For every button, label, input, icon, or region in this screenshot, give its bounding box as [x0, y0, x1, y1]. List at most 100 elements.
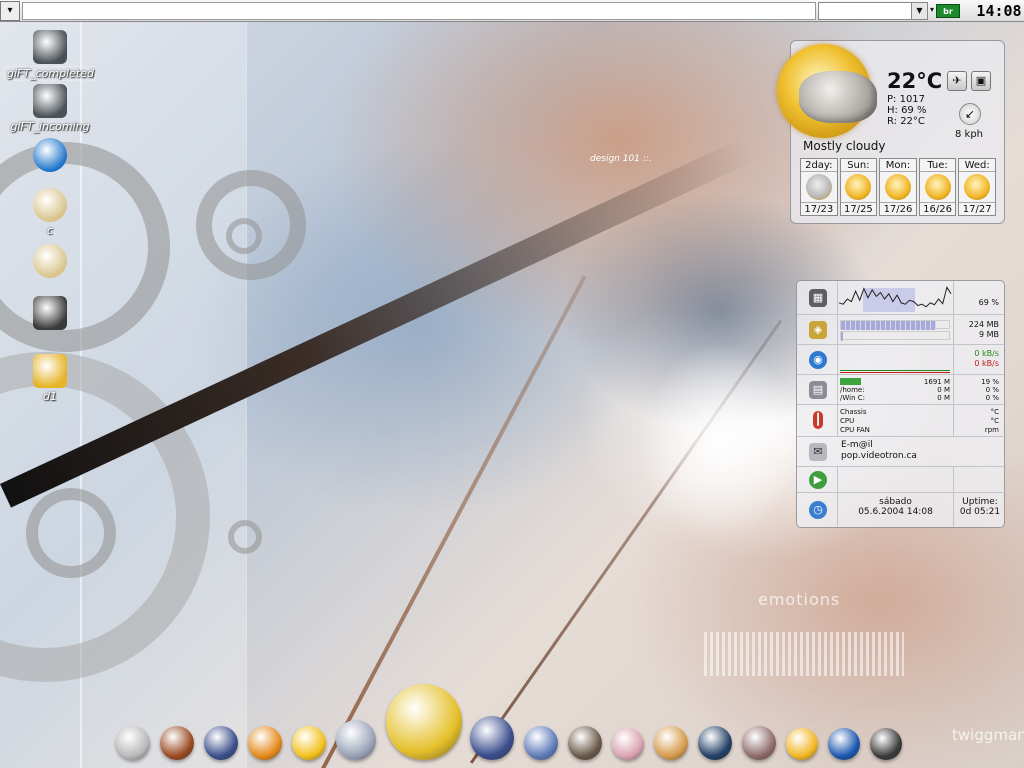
uptime-cell: Uptime: 0d 05:21 — [953, 493, 1006, 527]
disk-percent: 0 % — [985, 394, 999, 402]
disk-usage-bar — [840, 378, 862, 385]
weather-details: P: 1017 H: 69 % R: 22°C — [887, 94, 926, 127]
weather-forecast: 2day: 17/23 Sun: 17/25 Mon: 17/26 Tue: 16/26 Wed… — [800, 158, 996, 216]
mail-icon: ✉ — [809, 443, 827, 461]
forecast-day: Tue: 16/26 — [918, 158, 957, 216]
network-in: 0 kB/s — [974, 349, 999, 358]
desktop-icon-drive-d1[interactable]: d1 — [4, 354, 96, 403]
sensor-unit: rpm — [984, 426, 999, 434]
media-info-cell — [837, 467, 953, 492]
disk-list-cell: 1691 M/home: 0 M/Win C: 0 M — [837, 375, 953, 404]
panel-combo-box[interactable]: ▼ — [818, 2, 928, 20]
network-globe-icon: ◉ — [809, 351, 827, 369]
network-out: 0 kB/s — [974, 359, 999, 368]
panel-clock[interactable]: 14:08 — [974, 1, 1024, 21]
disk-row: ▤ 1691 M/home: 0 M/Win C: 0 M 19 % 0 % 0 % — [797, 375, 1006, 405]
media-row[interactable]: ▶ — [797, 467, 1006, 493]
wallpaper-signature: twiggman — [952, 726, 1024, 744]
sensor-unit: °C — [990, 417, 999, 425]
weather-realfeel: R: 22°C — [887, 116, 925, 127]
disk-label: /home: — [840, 386, 865, 394]
sun-icon — [924, 174, 951, 200]
dock-tools-icon[interactable] — [742, 726, 776, 760]
forecast-temps: 17/23 — [801, 202, 837, 215]
dock-system-icon[interactable] — [116, 726, 150, 760]
dock-settings-icon[interactable] — [654, 726, 688, 760]
keyboard-layout-flag[interactable]: br — [936, 4, 960, 18]
desktop-icon-cdrom-2[interactable] — [4, 244, 96, 280]
sensors-row: ┃ Chassis CPU CPU FAN °C °C rpm — [797, 405, 1006, 437]
dock-webcam-icon[interactable] — [470, 716, 514, 760]
weather-widget[interactable]: 22°C ✈ ▣ P: 1017 H: 69 % R: 22°C ↙ 8 kph… — [777, 40, 1005, 224]
weather-wind-speed: 8 kph — [955, 129, 984, 140]
forecast-temps: 17/27 — [959, 202, 995, 215]
wallpaper-small-label: design 101 ::. — [590, 154, 652, 164]
sensor-label: CPU FAN — [840, 426, 870, 434]
disk-size: 1691 M — [923, 378, 950, 386]
clock-icon: ◷ — [809, 501, 827, 519]
forecast-temps: 16/26 — [919, 202, 956, 215]
panel-combo-input[interactable] — [819, 3, 911, 19]
cpu-percent: 69 % — [978, 298, 999, 307]
desktop-icon-speaker[interactable] — [4, 296, 96, 332]
cpu-graph-cell — [837, 281, 953, 314]
sun-icon — [964, 174, 991, 200]
disk-label: /Win C: — [840, 394, 865, 402]
play-icon[interactable]: ▶ — [809, 471, 827, 489]
memory-icon: ◈ — [809, 321, 827, 339]
uptime-value: 0d 05:21 — [959, 507, 1001, 517]
disk-percent-cell: 19 % 0 % 0 % — [953, 375, 1006, 404]
weekday: sábado — [879, 497, 912, 507]
dock-speaker-icon[interactable] — [870, 728, 902, 760]
layout-arrow-icon[interactable]: ▾ — [930, 5, 934, 14]
top-panel: ▾ ▼ ▾ br 14:08 — [0, 0, 1024, 22]
taskbar-area[interactable] — [22, 2, 816, 20]
dock-aim-icon[interactable] — [292, 726, 326, 760]
forecast-temps: 17/25 — [840, 202, 877, 215]
desktop-icon-gift-completed[interactable]: giFT_completed — [4, 30, 96, 81]
forecast-day-name: Sun: — [840, 159, 877, 172]
mail-row[interactable]: ✉ E-m@il pop.videotron.ca — [797, 437, 1006, 467]
uptime-label: Uptime: — [962, 497, 998, 507]
dock-feather-icon[interactable] — [612, 728, 644, 760]
weather-cloud-icon — [799, 71, 877, 123]
cpu-row: ▦ 69 % — [797, 281, 1006, 315]
sun-icon — [845, 174, 872, 200]
floppy-icon — [33, 354, 67, 388]
system-monitor-widget[interactable]: ▦ 69 % ◈ 224 MB 9 MB ◉ 0 kB/s 0 kB/s ▤ 1… — [796, 280, 1006, 528]
dock-mascot-icon[interactable] — [386, 684, 462, 760]
combo-dropdown-icon[interactable]: ▼ — [911, 3, 927, 19]
dock-media-icon[interactable] — [524, 726, 558, 760]
dock-pen-icon[interactable] — [828, 728, 860, 760]
desktop-icon-gift-incoming[interactable]: giFT_incoming — [4, 84, 96, 133]
folder-drive-icon — [33, 84, 67, 118]
weather-humidity: H: 69 % — [887, 105, 927, 116]
dock-warning-icon[interactable] — [786, 728, 818, 760]
cpu-icon: ▦ — [809, 289, 827, 307]
forecast-temps: 17/26 — [880, 202, 916, 215]
weather-settings-button[interactable]: ✈ — [947, 71, 967, 91]
dock-cdplayer-icon[interactable] — [336, 720, 376, 760]
disk-size: 0 M — [937, 394, 950, 402]
trash-icon — [33, 138, 67, 172]
cpu-graph — [839, 286, 952, 312]
dock-gears-icon[interactable] — [698, 726, 732, 760]
desktop-icon-label: c — [46, 224, 54, 237]
dock-security-icon[interactable] — [204, 726, 238, 760]
memory-used: 224 MB — [968, 320, 999, 329]
wind-direction-icon: ↙ — [959, 103, 981, 125]
disk-entry: /home: 0 M — [840, 386, 952, 394]
desktop-icon-trash[interactable] — [4, 138, 96, 174]
thermometer-icon: ┃ — [813, 411, 823, 429]
panel-menu-button[interactable]: ▾ — [0, 1, 20, 21]
dock-firefox-icon[interactable] — [248, 726, 282, 760]
dock-gimp-icon[interactable] — [568, 726, 602, 760]
dock-bar — [104, 684, 954, 766]
wallpaper-emotions-text: emotions — [758, 590, 841, 609]
desktop-icon-cdrom-1[interactable]: c — [4, 188, 96, 237]
desktop-icon-label: d1 — [43, 390, 57, 403]
weather-radar-button[interactable]: ▣ — [971, 71, 991, 91]
desktop-icon-label: giFT_completed — [4, 66, 96, 81]
dock-home-icon[interactable] — [160, 726, 194, 760]
network-graph-cell — [837, 345, 953, 374]
